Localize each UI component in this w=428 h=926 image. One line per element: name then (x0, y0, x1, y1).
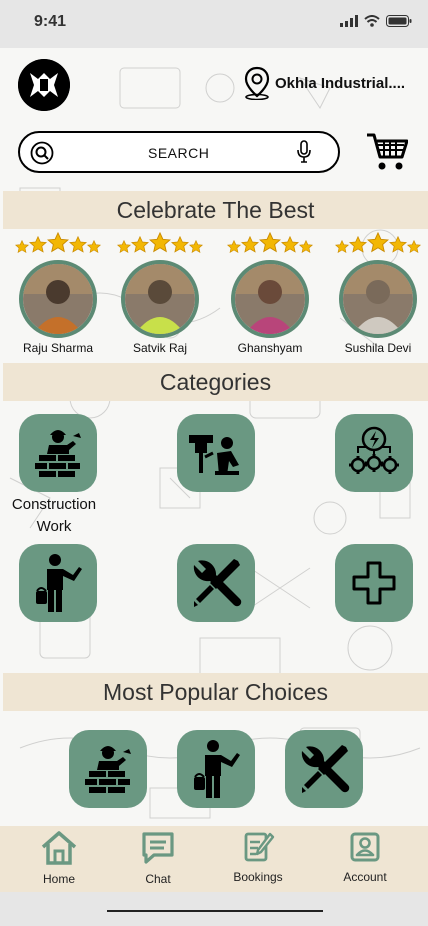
star-icon (68, 235, 88, 258)
bricklayer-icon (85, 746, 131, 793)
app-screen: 9:41 Okhla Industrial.... SEARCH Celebra… (0, 0, 428, 926)
worker-card[interactable]: Ghanshyam (220, 231, 320, 355)
popular-header: Most Popular Choices (3, 673, 428, 711)
worker-name: Raju Sharma (22, 341, 94, 355)
category-repair[interactable] (177, 544, 255, 622)
painter-icon (194, 740, 240, 798)
star-icon (348, 235, 368, 258)
painter-icon (36, 554, 82, 612)
category-construction[interactable] (19, 414, 97, 492)
battery-icon (386, 15, 412, 27)
search-bar[interactable]: SEARCH (18, 131, 340, 173)
bottom-nav: Home Chat Bookings Account (0, 826, 428, 892)
nav-account[interactable]: Account (325, 830, 405, 884)
category-plumbing[interactable] (177, 414, 255, 492)
star-icon (258, 231, 282, 258)
app-logo[interactable] (18, 59, 70, 111)
star-icon (388, 235, 408, 258)
rating-stars (8, 231, 108, 258)
worker-card[interactable]: Raju Sharma (8, 231, 108, 355)
bricklayer-icon (35, 430, 81, 477)
nav-bookings-label: Bookings (233, 870, 283, 884)
worker-name: Satvik Raj (132, 341, 188, 355)
worker-photo (339, 260, 417, 338)
star-icon (170, 235, 190, 258)
worker-card[interactable]: Sushila Devi (328, 231, 428, 355)
wrench-screwdriver-icon (301, 745, 350, 793)
search-input[interactable]: SEARCH (148, 145, 209, 161)
celebrate-header: Celebrate The Best (3, 191, 428, 229)
nav-chat-label: Chat (145, 872, 171, 886)
star-icon (226, 239, 242, 258)
plumber-icon (189, 435, 239, 475)
status-time: 9:41 (34, 13, 67, 30)
cart-icon[interactable] (366, 132, 408, 172)
star-icon (148, 231, 172, 258)
nav-home[interactable]: Home (19, 830, 99, 886)
map-pin-icon (244, 66, 270, 100)
home-icon (41, 831, 77, 865)
category-electrical[interactable] (335, 414, 413, 492)
status-bar: 9:41 (0, 0, 428, 48)
main-content[interactable]: Okhla Industrial.... SEARCH Celebrate Th… (0, 48, 428, 826)
nav-chat[interactable]: Chat (118, 830, 198, 886)
star-icon (334, 239, 350, 258)
home-indicator (107, 910, 323, 912)
bookings-icon (244, 832, 275, 862)
star-icon (240, 235, 260, 258)
categories-header: Categories (3, 363, 428, 401)
signal-icon (340, 15, 358, 27)
search-icon (30, 141, 54, 165)
popular-construction[interactable] (69, 730, 147, 808)
worker-card[interactable]: Satvik Raj (110, 231, 210, 355)
star-icon (130, 235, 150, 258)
account-icon (350, 832, 380, 862)
category-more[interactable] (335, 544, 413, 622)
worker-photo (19, 260, 97, 338)
category-painting[interactable] (19, 544, 97, 622)
popular-painting[interactable] (177, 730, 255, 808)
category-label-construction: Construction Work (11, 496, 97, 535)
worker-photo (231, 260, 309, 338)
categories-title: Categories (159, 368, 272, 395)
popular-repair[interactable] (285, 730, 363, 808)
worker-name: Sushila Devi (344, 341, 412, 355)
rating-stars (110, 231, 210, 258)
star-icon (28, 235, 48, 258)
plus-icon (352, 561, 396, 605)
star-icon (406, 239, 422, 258)
microphone-icon[interactable] (296, 140, 312, 164)
star-icon (86, 239, 102, 258)
rating-stars (328, 231, 428, 258)
location-text: Okhla Industrial.... (275, 74, 406, 92)
nav-account-label: Account (343, 870, 387, 884)
star-icon (298, 239, 314, 258)
nav-home-label: Home (42, 872, 75, 886)
popular-title: Most Popular Choices (103, 678, 328, 705)
electrical-gears-icon (349, 426, 399, 474)
star-icon (280, 235, 300, 258)
wrench-screwdriver-icon (193, 559, 242, 607)
worker-name: Ghanshyam (237, 341, 303, 355)
location-selector[interactable]: Okhla Industrial.... (241, 66, 405, 100)
star-icon (366, 231, 390, 258)
worker-photo (121, 260, 199, 338)
chat-icon (142, 832, 174, 864)
star-icon (46, 231, 70, 258)
wifi-icon (364, 15, 380, 27)
nav-bookings[interactable]: Bookings (218, 830, 298, 884)
star-icon (116, 239, 132, 258)
celebrate-title: Celebrate The Best (116, 196, 315, 223)
status-icons (340, 15, 412, 27)
star-icon (188, 239, 204, 258)
rating-stars (220, 231, 320, 258)
star-icon (14, 239, 30, 258)
